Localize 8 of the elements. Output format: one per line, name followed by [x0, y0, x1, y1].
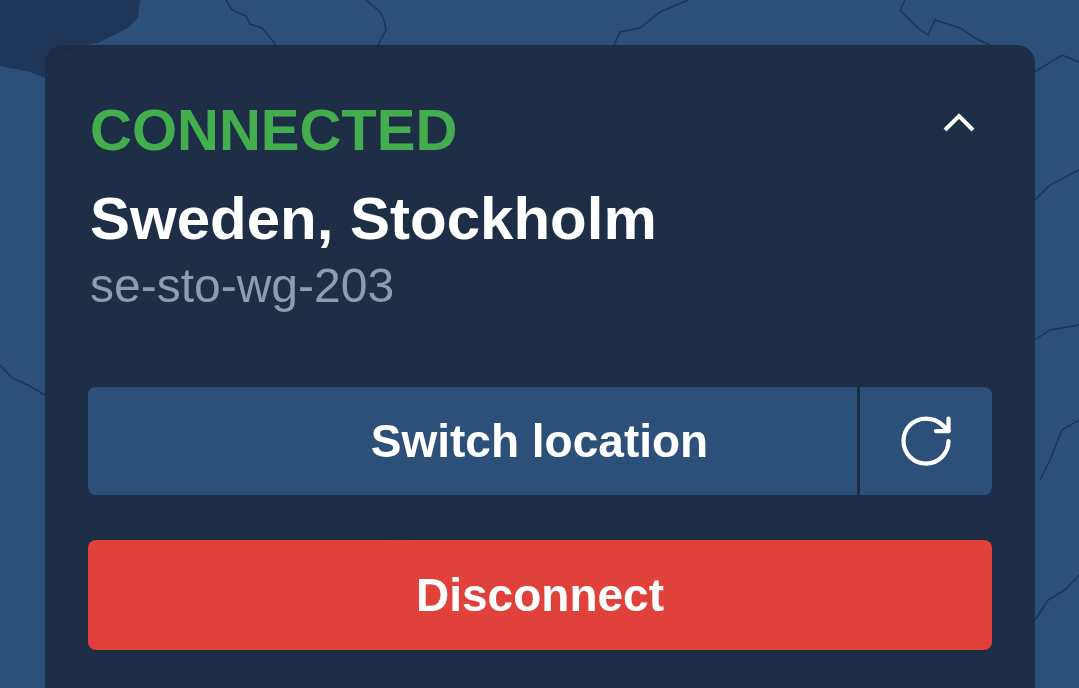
status-label: CONNECTED: [90, 101, 458, 159]
server-name: se-sto-wg-203: [90, 262, 395, 310]
switch-location-button[interactable]: Switch location: [88, 387, 857, 495]
chevron-up-icon[interactable]: [943, 112, 975, 132]
circular-arrow-icon: [901, 416, 951, 466]
location-title: Sweden, Stockholm: [90, 189, 657, 249]
reconnect-button[interactable]: [860, 387, 992, 495]
disconnect-button[interactable]: Disconnect: [88, 540, 992, 650]
